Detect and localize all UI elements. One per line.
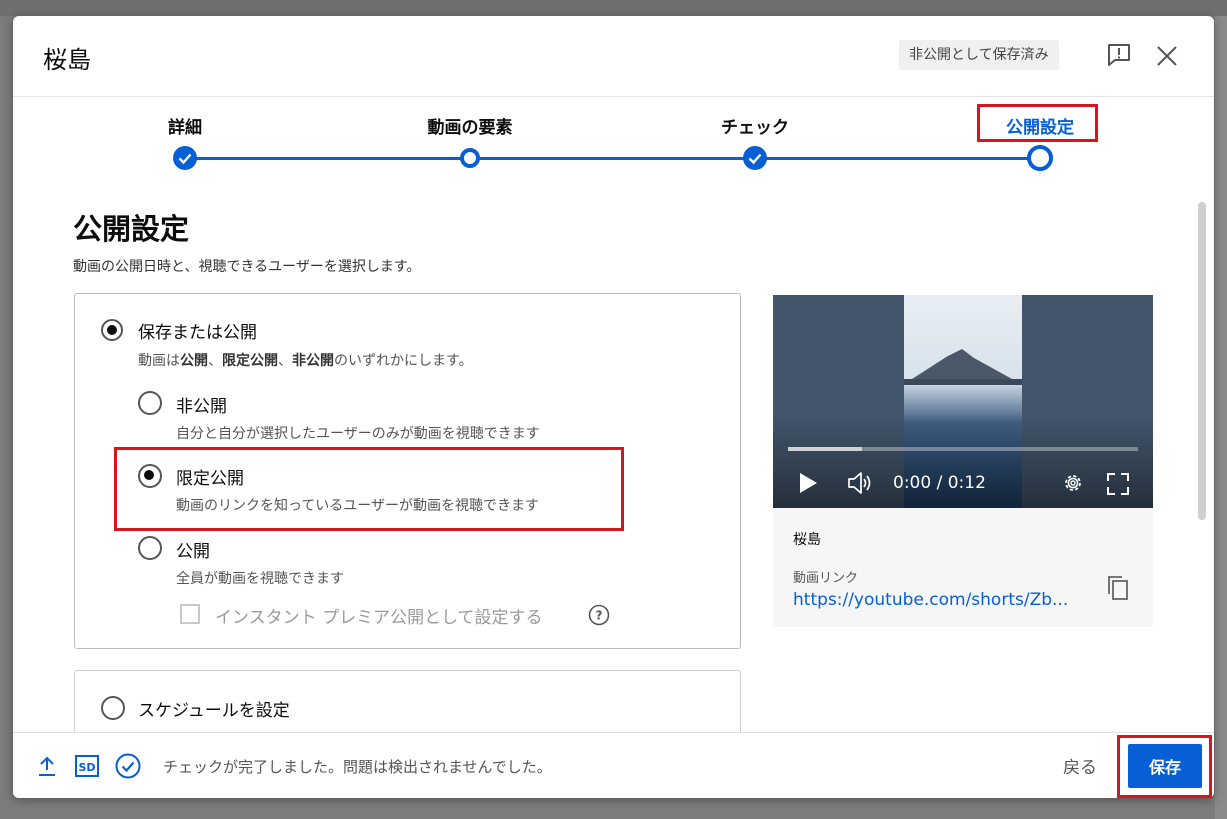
step-current-icon[interactable] xyxy=(1027,145,1053,171)
visibility-description: 動画の公開日時と、視聴できるユーザーを選択します。 xyxy=(73,259,421,275)
dialog-title: 桜島 xyxy=(43,46,91,74)
save-or-publish-radio[interactable] xyxy=(101,319,123,341)
fullscreen-icon[interactable] xyxy=(1106,472,1130,496)
step-label-checks[interactable]: チェック xyxy=(721,113,789,138)
visibility-heading: 公開設定 xyxy=(73,212,190,246)
saved-status-badge: 非公開として保存済み xyxy=(899,40,1059,70)
private-desc: 自分と自分が選択したユーザーのみが動画を視聴できます xyxy=(176,426,540,442)
check-status-text: チェックが完了しました。問題は検出されませんでした。 xyxy=(163,758,552,776)
private-radio[interactable] xyxy=(138,391,162,415)
step-done-icon[interactable] xyxy=(743,146,767,170)
player-shade xyxy=(773,415,1153,508)
sd-quality-icon[interactable]: SD xyxy=(75,755,99,777)
preview-video-title: 桜島 xyxy=(793,532,821,548)
highlight-box-save xyxy=(1117,735,1212,798)
video-progress-fill xyxy=(788,447,862,451)
video-link-label: 動画リンク xyxy=(793,571,859,586)
video-time: 0:00 / 0:12 xyxy=(893,473,986,493)
highlight-box-unlisted xyxy=(114,447,624,531)
private-label: 非公開 xyxy=(176,397,227,417)
shore-shape xyxy=(904,379,1022,385)
highlight-box-step xyxy=(977,104,1098,142)
sd-label: SD xyxy=(78,761,95,774)
public-radio[interactable] xyxy=(138,536,162,560)
step-open-icon[interactable] xyxy=(460,148,480,168)
public-label: 公開 xyxy=(176,542,210,562)
upload-icon[interactable] xyxy=(37,755,57,777)
step-done-icon[interactable] xyxy=(173,146,197,170)
save-or-publish-desc: 動画は公開、限定公開、非公開のいずれかにします。 xyxy=(138,353,473,369)
play-icon[interactable] xyxy=(797,471,819,495)
gear-icon[interactable] xyxy=(1062,472,1084,494)
svg-text:?: ? xyxy=(596,609,603,623)
close-icon[interactable] xyxy=(1155,44,1179,68)
scrollbar-thumb[interactable] xyxy=(1198,202,1206,520)
video-preview-card: 0:00 / 0:12 桜島 動画リンク https://youtube.com… xyxy=(773,295,1153,627)
step-label-details[interactable]: 詳細 xyxy=(168,113,202,138)
visibility-dialog: 桜島 非公開として保存済み 詳細 動画の要素 チェック 公開設定 公開設定 動画… xyxy=(13,16,1214,798)
schedule-radio[interactable] xyxy=(101,696,125,720)
premiere-checkbox[interactable] xyxy=(180,604,200,624)
save-or-publish-label: 保存または公開 xyxy=(138,323,257,343)
progress-stepper: 詳細 動画の要素 チェック 公開設定 xyxy=(13,96,1214,196)
checks-complete-icon[interactable] xyxy=(115,753,141,779)
schedule-label: スケジュールを設定 xyxy=(138,701,290,721)
mountain-shape xyxy=(912,349,1012,379)
feedback-icon[interactable] xyxy=(1106,42,1132,68)
public-desc: 全員が動画を視聴できます xyxy=(176,571,344,587)
dialog-header: 桜島 非公開として保存済み xyxy=(13,16,1214,97)
help-icon[interactable]: ? xyxy=(588,604,610,626)
backdrop xyxy=(0,0,1227,16)
dialog-footer: SD チェックが完了しました。問題は検出されませんでした。 戻る 保存 xyxy=(13,732,1214,798)
video-progress-bar[interactable] xyxy=(788,447,1138,451)
backdrop-side xyxy=(1215,16,1227,819)
copy-icon[interactable] xyxy=(1106,574,1130,602)
step-label-elements[interactable]: 動画の要素 xyxy=(428,113,513,138)
back-button[interactable]: 戻る xyxy=(1063,753,1097,778)
video-link[interactable]: https://youtube.com/shorts/Zb... xyxy=(793,590,1073,610)
stepper-line xyxy=(185,157,1040,160)
video-player[interactable]: 0:00 / 0:12 xyxy=(773,295,1153,508)
premiere-label: インスタント プレミア公開として設定する xyxy=(215,608,543,628)
volume-icon[interactable] xyxy=(847,471,873,495)
